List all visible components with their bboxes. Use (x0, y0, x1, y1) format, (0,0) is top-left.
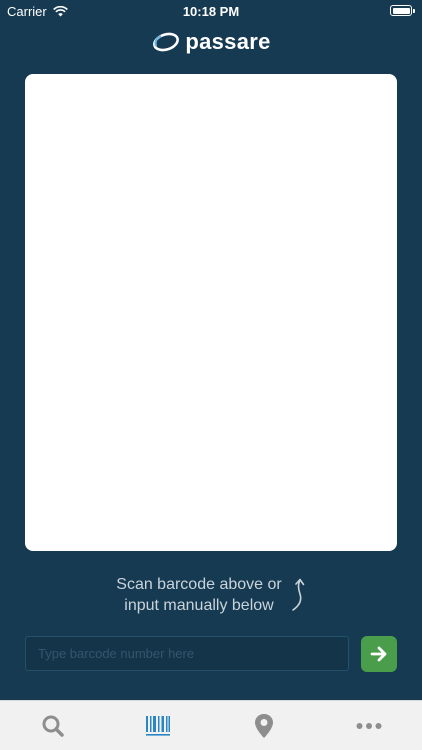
app-logo: passare (0, 26, 422, 58)
tab-more[interactable] (317, 701, 422, 750)
logo-text: passare (185, 29, 271, 54)
curved-arrow-icon (291, 578, 305, 611)
tab-search[interactable] (0, 701, 106, 750)
barcode-icon (146, 715, 171, 736)
tab-location[interactable] (211, 701, 317, 750)
status-time: 10:18 PM (182, 4, 240, 19)
tab-barcode[interactable] (106, 701, 212, 750)
tab-bar (0, 700, 422, 750)
barcode-scanner-view[interactable] (25, 74, 397, 551)
scan-hint-text: Scan barcode above or input manually bel… (116, 574, 281, 616)
search-icon (42, 715, 64, 737)
scan-hint: Scan barcode above or input manually bel… (0, 573, 422, 617)
submit-button[interactable] (361, 636, 397, 672)
scan-hint-line1: Scan barcode above or (116, 576, 282, 593)
map-pin-icon (254, 713, 273, 738)
more-icon (356, 722, 382, 729)
scan-hint-line2: input manually below (124, 597, 274, 614)
arrow-right-icon (370, 646, 387, 662)
status-bar: Carrier 10:18 PM (0, 0, 422, 22)
passare-logo-icon (153, 32, 180, 52)
barcode-input[interactable] (25, 636, 349, 671)
battery-icon (390, 5, 415, 16)
